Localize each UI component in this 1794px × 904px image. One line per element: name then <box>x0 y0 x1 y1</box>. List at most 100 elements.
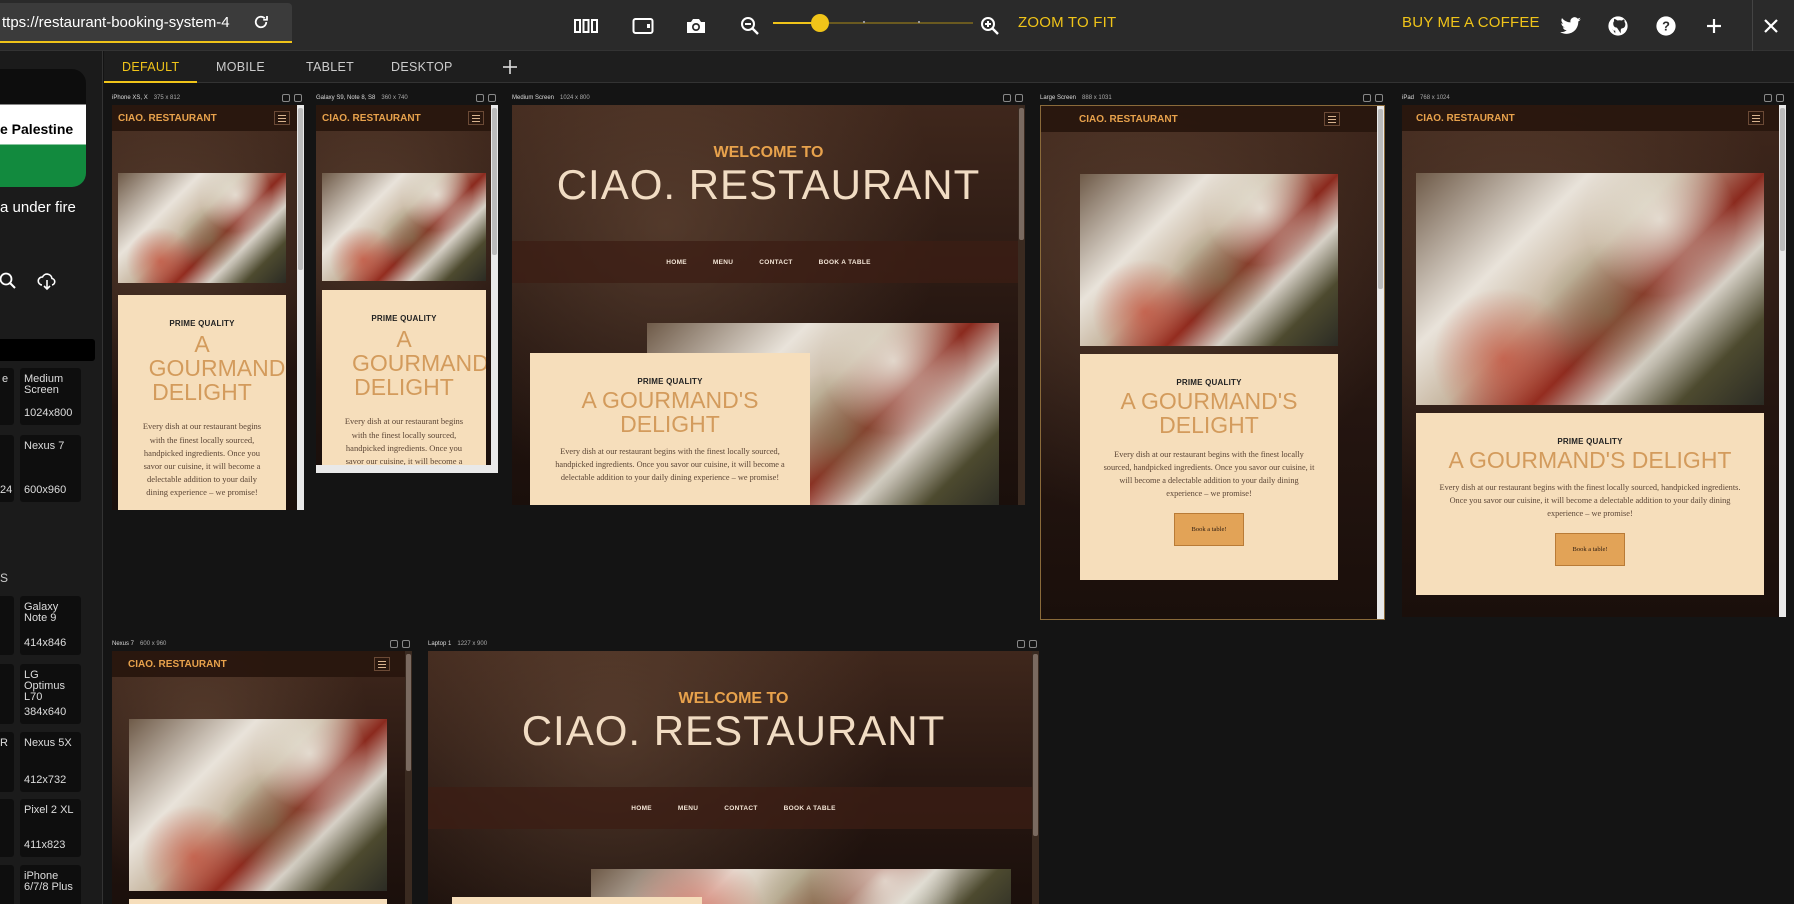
close-icon[interactable] <box>1758 13 1784 39</box>
screenshot-icon[interactable] <box>1375 94 1383 102</box>
add-tab-icon[interactable] <box>500 57 520 77</box>
zoom-tick <box>863 21 865 23</box>
rotate-device-icon[interactable] <box>630 13 656 39</box>
menu-book-a-table[interactable]: BOOK A TABLE <box>819 259 871 266</box>
zoom-slider-handle[interactable] <box>811 14 829 32</box>
device-card[interactable] <box>0 865 14 904</box>
device-frame-iphone-xs[interactable]: CIAO. RESTAURANT PRIME QUALITY A GOURMAN… <box>112 105 304 510</box>
search-icon[interactable] <box>0 271 18 291</box>
site-brand[interactable]: CIAO. RESTAURANT <box>322 113 421 124</box>
menu-contact[interactable]: CONTACT <box>759 259 792 266</box>
scrollbar[interactable] <box>1018 105 1025 505</box>
tab-bar: DEFAULT MOBILE TABLET DESKTOP <box>104 51 1794 83</box>
hamburger-icon[interactable] <box>1324 112 1340 126</box>
device-frame-large-screen[interactable]: CIAO. RESTAURANT PRIME QUALITY A GOURMAN… <box>1040 105 1385 620</box>
scrollbar[interactable] <box>491 105 498 473</box>
device-card[interactable]: e <box>0 368 14 425</box>
tab-mobile[interactable]: MOBILE <box>216 51 265 83</box>
download-cloud-icon[interactable] <box>37 271 57 291</box>
horizontal-scrollbar[interactable] <box>316 465 498 473</box>
device-frame-laptop-1[interactable]: WELCOME TO CIAO. RESTAURANT HOME MENU CO… <box>428 651 1039 904</box>
feature-heading-line: DELIGHT <box>354 374 454 401</box>
url-text[interactable]: ttps://restaurant-booking-system-4 <box>2 14 246 31</box>
github-icon[interactable] <box>1605 13 1631 39</box>
tab-desktop[interactable]: DESKTOP <box>391 51 453 83</box>
device-frame-ipad[interactable]: CIAO. RESTAURANT PRIME QUALITY A GOURMAN… <box>1402 105 1786 617</box>
camera-icon[interactable] <box>683 13 709 39</box>
buy-me-a-coffee-link[interactable]: BUY ME A COFFEE <box>1402 14 1540 31</box>
hamburger-icon[interactable] <box>274 111 290 125</box>
feature-text: Every dish at our restaurant begins with… <box>1103 450 1315 498</box>
book-table-button[interactable]: Book a table! <box>1174 512 1244 546</box>
device-card-medium-screen[interactable]: Medium Screen 1024x800 <box>20 368 81 425</box>
device-card[interactable] <box>0 596 14 655</box>
scrollbar[interactable] <box>1032 651 1039 904</box>
settings-icon[interactable] <box>1003 94 1011 102</box>
site-brand[interactable]: CIAO. RESTAURANT <box>118 113 217 124</box>
gaza-text[interactable]: a under fire <box>0 199 76 216</box>
banner-text: e Palestine <box>0 121 74 137</box>
hamburger-icon[interactable] <box>1748 111 1764 125</box>
site-brand[interactable]: CIAO. RESTAURANT <box>128 659 227 670</box>
tab-tablet[interactable]: TABLET <box>306 51 354 83</box>
site-brand[interactable]: CIAO. RESTAURANT <box>1416 113 1515 124</box>
screenshot-icon[interactable] <box>1029 640 1037 648</box>
device-frame-nexus-7[interactable]: CIAO. RESTAURANT <box>112 651 412 904</box>
menu-home[interactable]: HOME <box>666 259 687 266</box>
device-card-iphone-plus[interactable]: iPhone 6/7/8 Plus <box>20 865 81 904</box>
plus-icon[interactable] <box>1701 13 1727 39</box>
screenshot-icon[interactable] <box>402 640 410 648</box>
menu-home[interactable]: HOME <box>631 805 652 812</box>
layout-columns-icon[interactable] <box>573 13 599 39</box>
settings-icon[interactable] <box>476 94 484 102</box>
device-card-nexus-7[interactable]: Nexus 7 600x960 <box>20 435 81 502</box>
screenshot-icon[interactable] <box>1776 94 1784 102</box>
settings-icon[interactable] <box>282 94 290 102</box>
device-card[interactable] <box>0 799 14 857</box>
tab-default[interactable]: DEFAULT <box>104 51 198 83</box>
palestine-banner[interactable]: e Palestine <box>0 69 86 187</box>
screenshot-icon[interactable] <box>294 94 302 102</box>
zoom-out-icon[interactable] <box>737 13 763 39</box>
reload-icon[interactable] <box>250 11 272 33</box>
url-bar[interactable]: ttps://restaurant-booking-system-4 <box>0 3 292 43</box>
device-card-pixel-2-xl[interactable]: Pixel 2 XL 411x823 <box>20 799 81 857</box>
menu-menu[interactable]: MENU <box>678 805 698 812</box>
device-card[interactable]: 24 <box>0 435 14 502</box>
scrollbar[interactable] <box>405 651 412 904</box>
device-card[interactable]: R <box>0 732 14 792</box>
zoom-to-fit-button[interactable]: ZOOM TO FIT <box>1018 14 1116 31</box>
device-card[interactable] <box>0 664 14 724</box>
screenshot-icon[interactable] <box>488 94 496 102</box>
menu-contact[interactable]: CONTACT <box>724 805 757 812</box>
scrollbar[interactable] <box>1377 106 1384 619</box>
device-frame-galaxy-s9[interactable]: CIAO. RESTAURANT PRIME QUALITY A GOURMAN… <box>316 105 498 473</box>
menu-book-a-table[interactable]: BOOK A TABLE <box>784 805 836 812</box>
device-name: Large Screen <box>1040 95 1077 101</box>
scrollbar[interactable] <box>1779 105 1786 617</box>
book-table-button[interactable]: Book a table! <box>1555 532 1625 566</box>
food-photo <box>129 719 387 891</box>
menu-menu[interactable]: MENU <box>713 259 733 266</box>
settings-icon[interactable] <box>1017 640 1025 648</box>
site-brand[interactable]: CIAO. RESTAURANT <box>1079 114 1178 125</box>
twitter-icon[interactable] <box>1558 13 1584 39</box>
food-photo <box>118 173 286 283</box>
food-photo <box>1080 174 1338 346</box>
device-frame-medium-screen[interactable]: WELCOME TO CIAO. RESTAURANT HOME MENU CO… <box>512 105 1025 505</box>
settings-icon[interactable] <box>1363 94 1371 102</box>
scrollbar[interactable] <box>297 105 304 510</box>
zoom-in-icon[interactable] <box>977 13 1003 39</box>
help-icon[interactable]: ? <box>1653 13 1679 39</box>
hamburger-icon[interactable] <box>468 111 484 125</box>
feature-text: Every dish at our restaurant begins with… <box>142 421 262 498</box>
settings-icon[interactable] <box>390 640 398 648</box>
device-card-lg-optimus-l70[interactable]: LG Optimus L70 384x640 <box>20 664 81 724</box>
hamburger-icon[interactable] <box>374 657 390 671</box>
device-card-nexus-5x[interactable]: Nexus 5X 412x732 <box>20 732 81 792</box>
device-card-galaxy-note-9[interactable]: Galaxy Note 9 414x846 <box>20 596 81 655</box>
zoom-slider[interactable] <box>773 14 973 32</box>
device-search-input[interactable] <box>0 339 95 361</box>
settings-icon[interactable] <box>1764 94 1772 102</box>
screenshot-icon[interactable] <box>1015 94 1023 102</box>
